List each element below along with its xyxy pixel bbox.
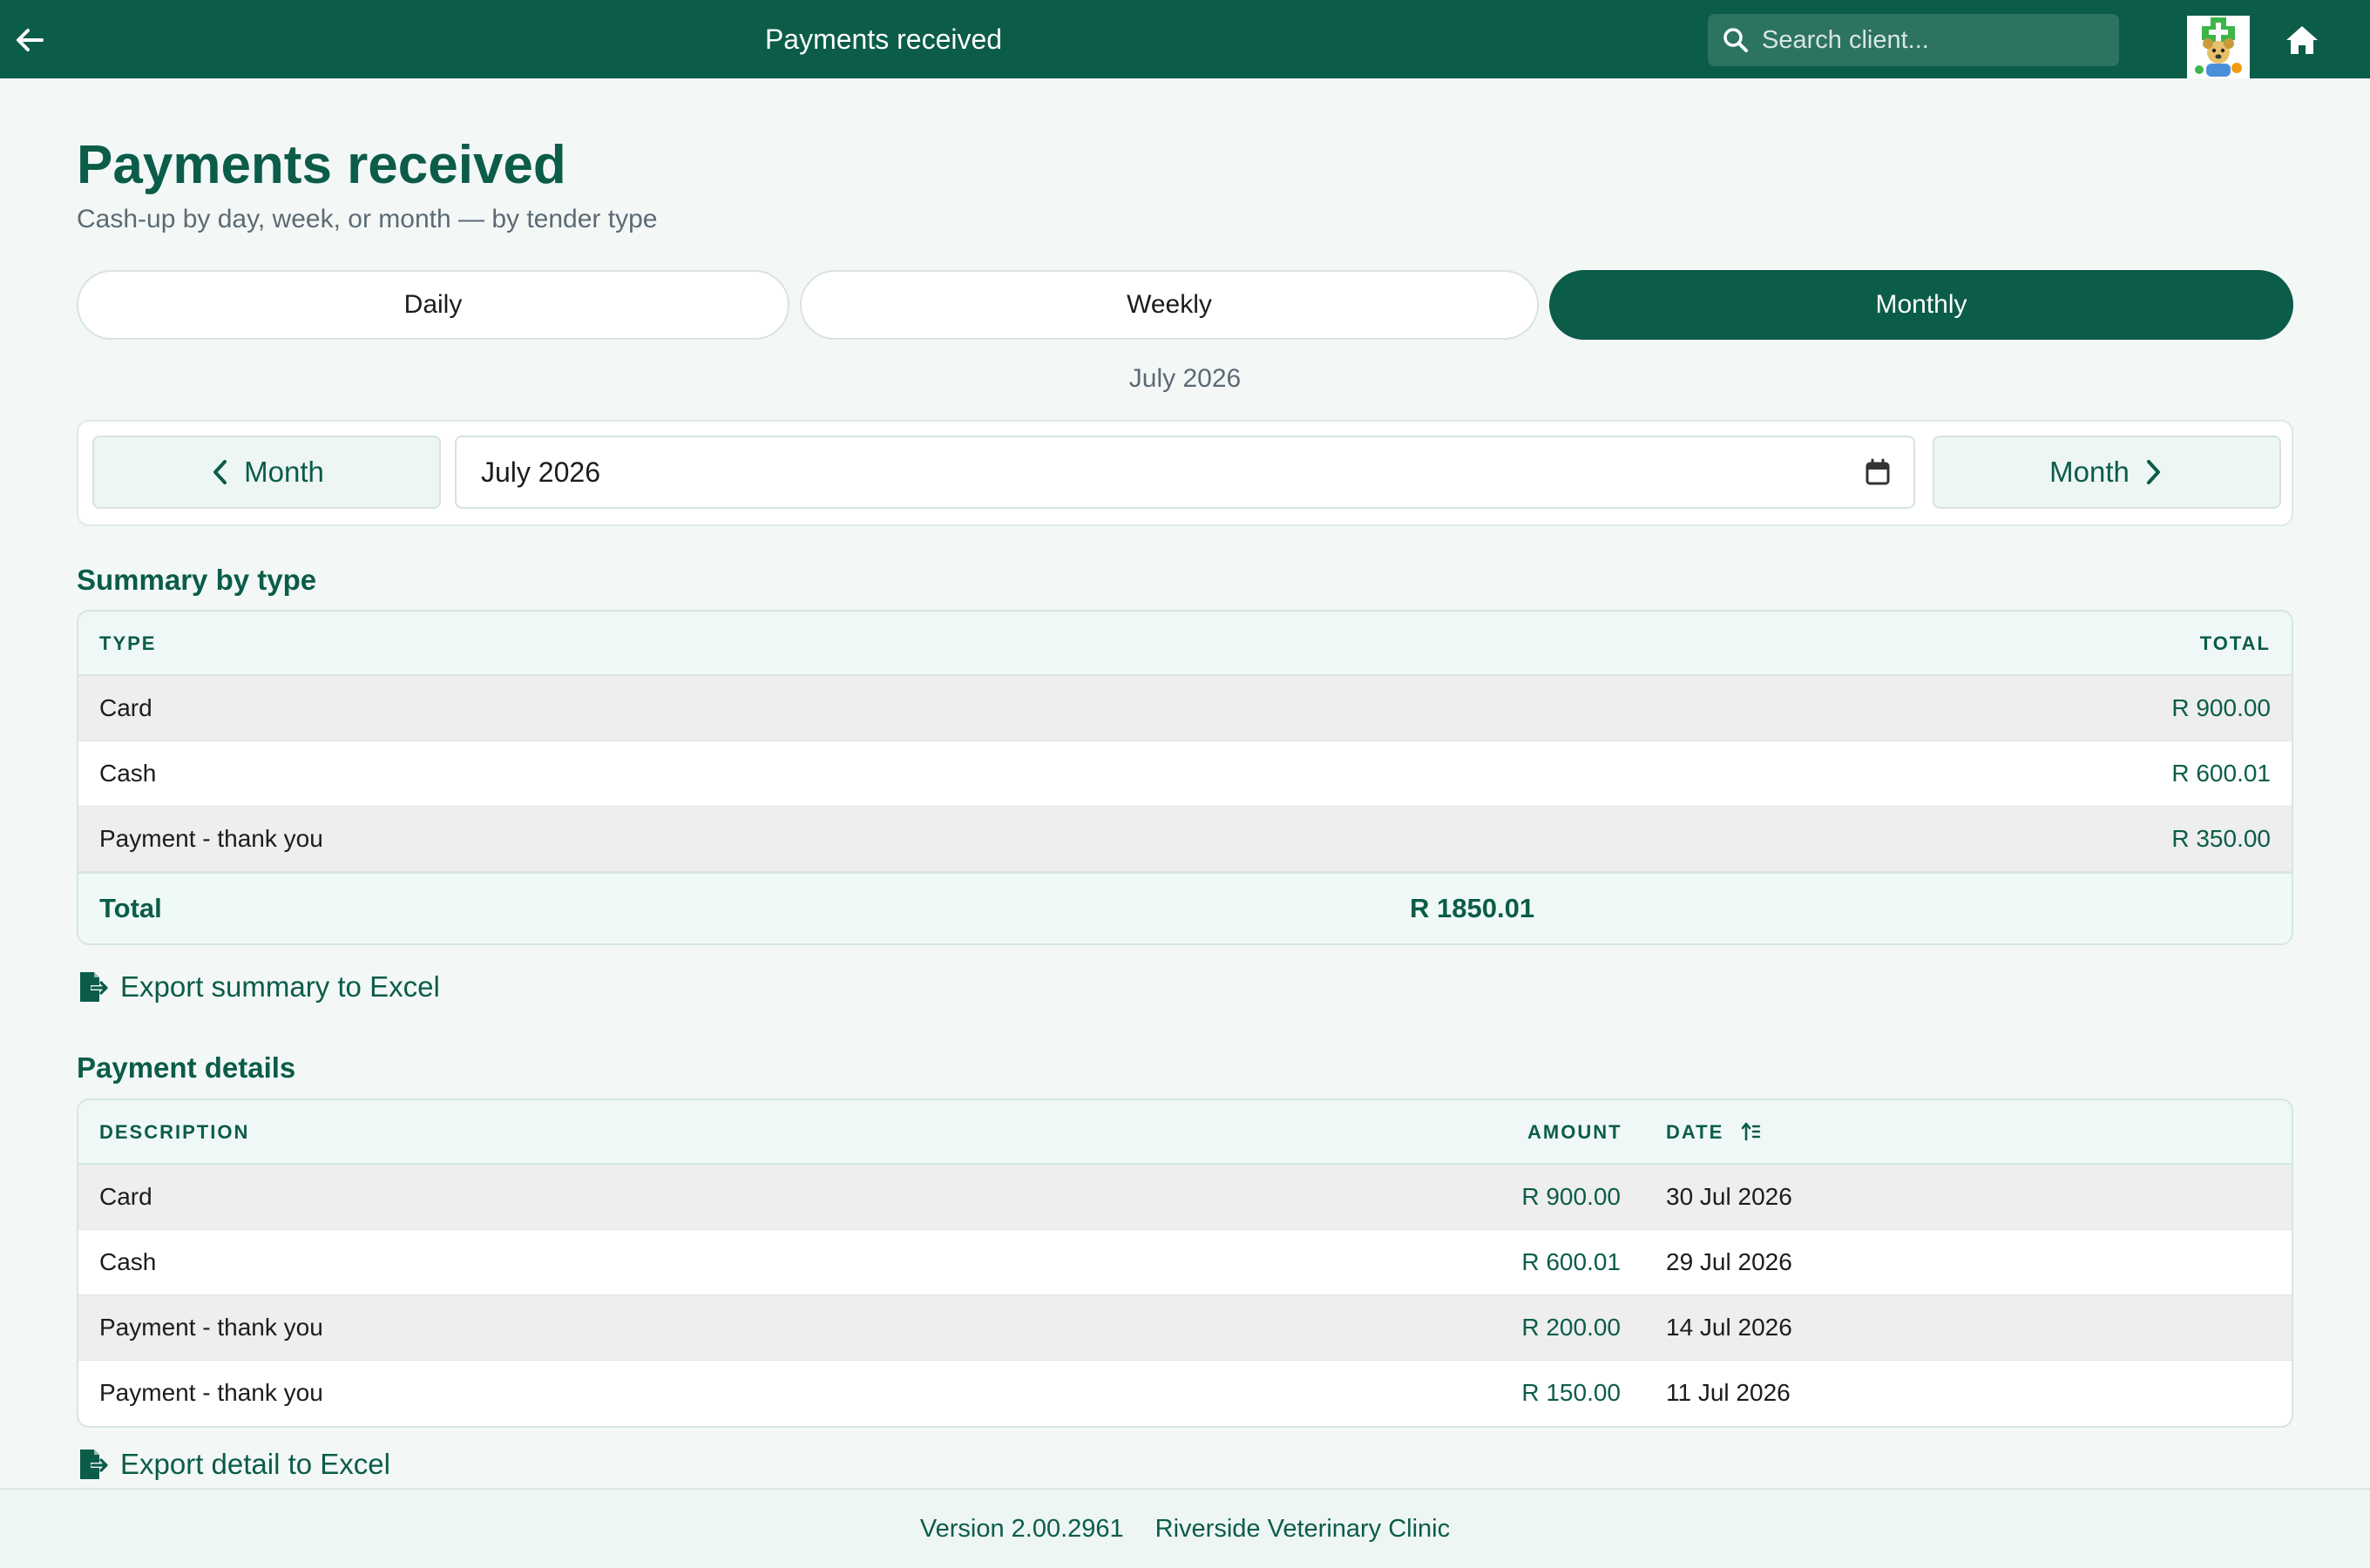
details-table-header: DESCRIPTION AMOUNT DATE xyxy=(78,1100,2292,1165)
row-date: 11 Jul 2026 xyxy=(1666,1379,1791,1406)
clinic-logo-icon xyxy=(2187,16,2250,78)
table-row: Cash R 600.01 29 Jul 2026 xyxy=(78,1230,2292,1295)
column-header-description[interactable]: DESCRIPTION xyxy=(99,1100,249,1165)
row-amount: R 150.00 xyxy=(1521,1379,1621,1406)
clinic-name: Riverside Veterinary Clinic xyxy=(1155,1514,1451,1543)
total-value: R 1850.01 xyxy=(1410,893,1535,923)
month-navigation: Month July 2026 Month xyxy=(77,420,2293,526)
row-total: R 900.00 xyxy=(2171,694,2271,721)
row-total: R 350.00 xyxy=(2171,825,2271,852)
search-box[interactable] xyxy=(1708,14,2119,66)
summary-total-row: Total R 1850.01 xyxy=(78,872,2292,943)
previous-month-label: Month xyxy=(244,456,324,488)
column-header-type[interactable]: TYPE xyxy=(99,612,156,676)
summary-table-header: TYPE TOTAL xyxy=(78,612,2292,676)
version-text: Version 2.00.2961 xyxy=(919,1514,1124,1543)
sort-icon xyxy=(1742,1122,1761,1141)
table-row: Payment - thank you R 200.00 14 Jul 2026 xyxy=(78,1295,2292,1361)
row-date: 29 Jul 2026 xyxy=(1666,1248,1792,1275)
row-description: Payment - thank you xyxy=(99,1314,323,1341)
search-input[interactable] xyxy=(1762,14,2110,66)
export-detail-label: Export detail to Excel xyxy=(120,1448,390,1480)
next-month-label: Month xyxy=(2049,456,2130,488)
column-header-date-label: DATE xyxy=(1666,1121,1724,1143)
summary-table: TYPE TOTAL Card R 900.00 Cash R 600.01 P… xyxy=(77,610,2293,945)
table-row: Cash R 600.01 xyxy=(78,741,2292,807)
row-type: Cash xyxy=(99,760,157,787)
row-total: R 600.01 xyxy=(2171,760,2271,787)
table-row: Card R 900.00 xyxy=(78,676,2292,741)
row-description: Payment - thank you xyxy=(99,1379,323,1406)
row-amount: R 900.00 xyxy=(1521,1183,1621,1210)
search-icon xyxy=(1723,28,1748,52)
avatar[interactable] xyxy=(2187,16,2250,78)
top-bar-title: Payments received xyxy=(764,24,1003,55)
chevron-right-icon xyxy=(2146,460,2160,484)
footer: Version 2.00.2961 Riverside Veterinary C… xyxy=(0,1488,2370,1568)
row-type: Payment - thank you xyxy=(99,825,323,852)
selected-period-label: July 2026 xyxy=(1128,364,1242,393)
column-header-amount[interactable]: AMOUNT xyxy=(1527,1100,1622,1165)
next-month-button[interactable]: Month xyxy=(1933,436,2281,509)
row-description: Cash xyxy=(99,1248,157,1275)
month-picker-field[interactable]: July 2026 xyxy=(455,436,1915,509)
summary-section-title: Summary by type xyxy=(77,564,317,596)
row-amount: R 600.01 xyxy=(1521,1248,1621,1275)
page-title: Payments received xyxy=(77,135,566,195)
calendar-icon[interactable] xyxy=(1865,458,1891,486)
tab-monthly[interactable]: Monthly xyxy=(1549,270,2293,340)
details-section-title: Payment details xyxy=(77,1051,296,1084)
file-export-icon xyxy=(80,1450,108,1479)
export-summary-label: Export summary to Excel xyxy=(120,970,440,1003)
page-subtitle: Cash-up by day, week, or month — by tend… xyxy=(77,205,658,233)
total-label: Total xyxy=(99,893,162,923)
row-date: 30 Jul 2026 xyxy=(1666,1183,1792,1210)
tab-daily[interactable]: Daily xyxy=(77,270,789,340)
chevron-left-icon xyxy=(213,460,227,484)
table-row: Card R 900.00 30 Jul 2026 xyxy=(78,1165,2292,1230)
table-row: Payment - thank you R 150.00 11 Jul 2026 xyxy=(78,1361,2292,1426)
export-summary-link[interactable]: Export summary to Excel xyxy=(77,970,440,1004)
export-detail-link[interactable]: Export detail to Excel xyxy=(77,1448,390,1481)
details-table: DESCRIPTION AMOUNT DATE Card R 900.00 30… xyxy=(77,1098,2293,1428)
column-header-total[interactable]: TOTAL xyxy=(2200,612,2271,676)
previous-month-button[interactable]: Month xyxy=(92,436,441,509)
month-picker-value: July 2026 xyxy=(481,456,600,488)
row-type: Card xyxy=(99,694,152,721)
row-description: Card xyxy=(99,1183,152,1210)
row-amount: R 200.00 xyxy=(1521,1314,1621,1341)
file-export-icon xyxy=(80,972,108,1002)
row-date: 14 Jul 2026 xyxy=(1666,1314,1792,1341)
table-row: Payment - thank you R 350.00 xyxy=(78,807,2292,872)
home-icon[interactable] xyxy=(2285,23,2319,57)
tab-weekly[interactable]: Weekly xyxy=(800,270,1539,340)
top-bar: Payments received xyxy=(0,0,2370,78)
column-header-date[interactable]: DATE xyxy=(1666,1100,1762,1165)
